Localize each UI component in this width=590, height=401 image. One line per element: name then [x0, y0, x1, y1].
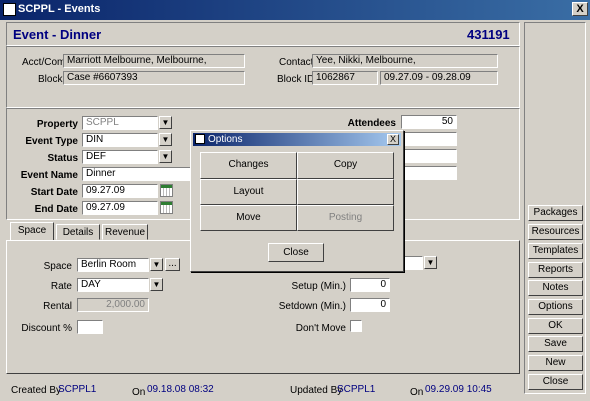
options-dialog-icon — [195, 134, 205, 144]
dont-move-label: Don't Move — [295, 323, 346, 334]
options-dialog-titlebar: Options X — [193, 133, 401, 146]
start-date-field[interactable]: 09.27.09 — [82, 184, 158, 198]
updated-by-value: SCPPL1 — [337, 384, 376, 395]
packages-button[interactable]: Packages — [528, 205, 583, 221]
block-dates-field: 09.27.09 - 09.28.09 — [380, 71, 498, 85]
event-name-field[interactable]: Dinner — [82, 167, 192, 181]
end-date-field[interactable]: 09.27.09 — [82, 201, 158, 215]
new-button[interactable]: New — [528, 355, 583, 371]
options-dialog-close-icon[interactable]: X — [387, 134, 399, 145]
posting-button: Posting — [297, 205, 394, 231]
options-dialog-title: Options — [208, 134, 243, 145]
updated-on-label: On — [410, 387, 424, 398]
reports-button[interactable]: Reports — [528, 262, 583, 278]
created-by-label: Created By — [11, 385, 62, 396]
space-label: Space — [43, 261, 72, 272]
created-on-label: On — [132, 387, 146, 398]
window-close-button[interactable]: X — [572, 2, 588, 16]
discount-field[interactable] — [77, 320, 103, 334]
event-name-label: Event Name — [20, 170, 78, 181]
space-field[interactable]: Berlin Room — [77, 258, 149, 272]
app-icon — [3, 3, 16, 16]
attendees-label: Attendees — [347, 118, 396, 129]
resources-button[interactable]: Resources — [528, 224, 583, 240]
block-field[interactable]: Case #6607393 — [63, 71, 245, 85]
attendees-field[interactable]: 50 — [401, 115, 457, 129]
space-right-dropdown-icon[interactable]: ▼ — [424, 256, 437, 269]
dont-move-checkbox[interactable] — [350, 320, 362, 332]
setup-field[interactable]: 0 — [350, 278, 390, 292]
layout-button[interactable]: Layout — [200, 179, 297, 205]
space-lookup-button[interactable]: ... — [165, 258, 180, 271]
empty-option-button — [297, 179, 394, 205]
tab-details[interactable]: Details — [56, 224, 100, 240]
start-date-calendar-icon[interactable] — [160, 184, 173, 197]
status-dropdown-icon[interactable]: ▼ — [159, 150, 172, 163]
ok-button[interactable]: OK — [528, 318, 583, 334]
property-dropdown-icon[interactable]: ▼ — [159, 116, 172, 129]
start-date-label: Start Date — [30, 187, 78, 198]
property-label: Property — [36, 119, 78, 130]
space-right-field[interactable] — [401, 256, 423, 270]
header-panel: Event - Dinner 431191 — [6, 22, 520, 46]
created-by-value: SCPPL1 — [58, 384, 97, 395]
dialog-close-button[interactable]: Close — [268, 243, 324, 262]
end-date-calendar-icon[interactable] — [160, 201, 173, 214]
contact-field[interactable]: Yee, Nikki, Melbourne, — [312, 54, 498, 68]
notes-button[interactable]: Notes — [528, 280, 583, 296]
rental-field: 2,000.00 — [77, 298, 149, 312]
page-title: Event - Dinner — [13, 27, 102, 42]
discount-label: Discount % — [21, 323, 72, 334]
tab-space[interactable]: Space — [10, 222, 54, 240]
updated-on-value: 09.29.09 10:45 — [425, 384, 492, 395]
setdown-label: Setdown (Min.) — [278, 301, 346, 312]
setdown-field[interactable]: 0 — [350, 298, 390, 312]
space-dropdown-icon[interactable]: ▼ — [150, 258, 163, 271]
copy-button[interactable]: Copy — [297, 152, 394, 179]
title-bar: SCPPL - Events X — [0, 0, 590, 20]
event-type-label: Event Type — [25, 136, 78, 147]
status-label: Status — [47, 153, 78, 164]
contact-label: Contact — [279, 57, 314, 68]
tab-revenue[interactable]: Revenue — [102, 224, 148, 240]
block-label: Block — [38, 74, 63, 85]
changes-button[interactable]: Changes — [200, 152, 297, 179]
status-field[interactable]: DEF — [82, 150, 158, 164]
move-button[interactable]: Move — [200, 205, 297, 231]
close-button[interactable]: Close — [528, 374, 583, 390]
block-id-label: Block ID — [277, 74, 315, 85]
event-id: 431191 — [467, 27, 510, 42]
event-type-field[interactable]: DIN — [82, 133, 158, 147]
created-on-value: 09.18.08 08:32 — [147, 384, 214, 395]
options-dialog: Options X Changes Copy Layout Move Posti… — [190, 130, 404, 272]
end-date-label: End Date — [34, 204, 78, 215]
save-button[interactable]: Save — [528, 336, 583, 352]
acct-com-field[interactable]: Marriott Melbourne, Melbourne, — [63, 54, 245, 68]
window-title: SCPPL - Events — [18, 3, 101, 15]
rental-label: Rental — [43, 301, 72, 312]
event-type-dropdown-icon[interactable]: ▼ — [159, 133, 172, 146]
templates-button[interactable]: Templates — [528, 243, 583, 259]
block-id-field: 1062867 — [312, 71, 378, 85]
setup-label: Setup (Min.) — [291, 281, 346, 292]
details-field-4[interactable] — [401, 166, 457, 180]
acct-com-label: Acct/Com — [22, 57, 66, 68]
rate-field[interactable]: DAY — [77, 278, 149, 292]
updated-by-label: Updated By — [290, 385, 343, 396]
rate-dropdown-icon[interactable]: ▼ — [150, 278, 163, 291]
rate-label: Rate — [50, 281, 72, 292]
options-button[interactable]: Options — [528, 299, 583, 315]
details-field-2[interactable] — [401, 132, 457, 146]
property-field[interactable]: SCPPL — [82, 116, 158, 130]
details-field-3[interactable] — [401, 149, 457, 163]
